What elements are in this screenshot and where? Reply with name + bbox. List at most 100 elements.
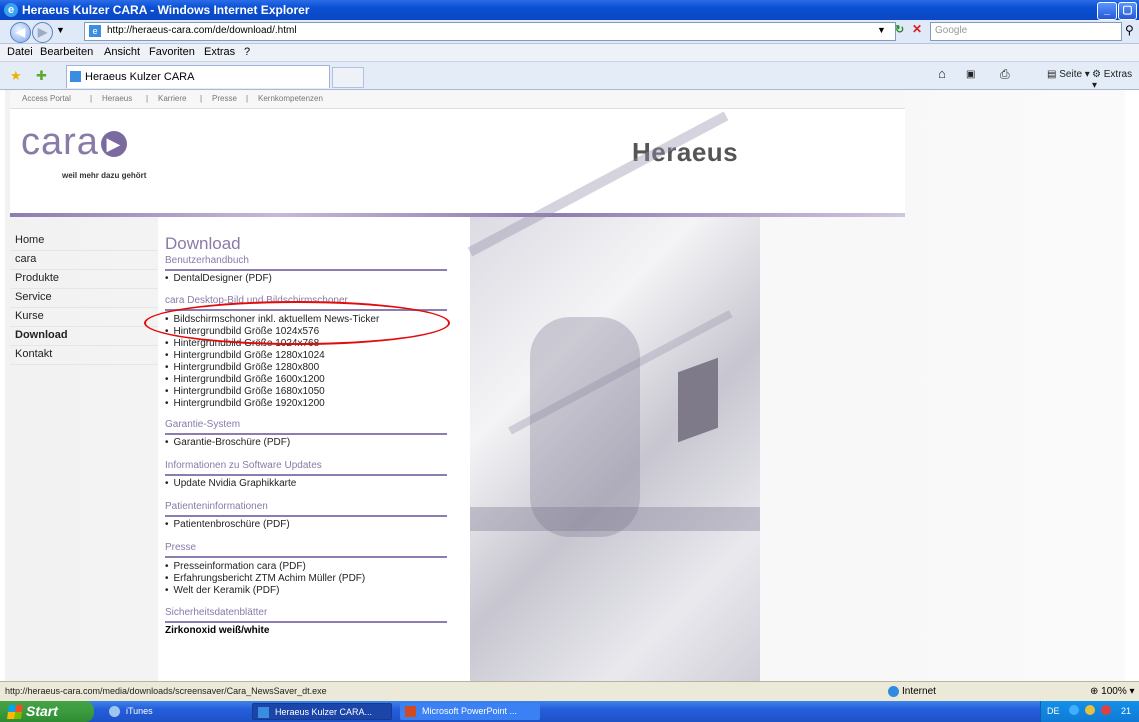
tab-label: Heraeus Kulzer CARA	[85, 71, 195, 83]
site-header: cara ▶ weil mehr dazu gehört Heraeus	[10, 109, 905, 213]
zone-label: Internet	[902, 686, 936, 698]
download-link[interactable]: Hintergrundbild Größe 1280x1024	[165, 350, 325, 361]
section-heading: Garantie-System	[165, 419, 447, 435]
section-heading: Patienteninformationen	[165, 501, 447, 517]
tab-heraeus[interactable]: Heraeus Kulzer CARA	[66, 65, 330, 88]
download-link[interactable]: Update Nvidia Graphikkarte	[165, 478, 297, 489]
task-label: Heraeus Kulzer CARA...	[275, 707, 373, 717]
page-title: Download	[165, 234, 241, 253]
language-indicator[interactable]: DE	[1047, 706, 1060, 716]
task-label: Microsoft PowerPoint ...	[422, 706, 518, 716]
search-placeholder: Google	[935, 25, 968, 36]
sidebar-item-kontakt[interactable]: Kontakt	[10, 346, 158, 365]
task-itunes[interactable]: iTunes	[104, 703, 184, 720]
search-input[interactable]: Google	[930, 22, 1122, 41]
refresh-icon[interactable]: ↻	[895, 23, 904, 36]
extras-label: Extras	[1103, 69, 1133, 80]
sidebar-item-home[interactable]: Home	[10, 232, 158, 251]
tab-page-icon	[70, 71, 81, 82]
menu-datei[interactable]: Datei	[7, 46, 33, 58]
maximize-button[interactable]: ▢	[1118, 2, 1137, 20]
sidebar-item-service[interactable]: Service	[10, 289, 158, 308]
office-photo	[467, 111, 760, 681]
logo-arrow-icon: ▶	[100, 130, 127, 157]
powerpoint-icon	[405, 706, 416, 717]
back-button[interactable]: ◀	[10, 22, 31, 43]
search-icon[interactable]: ⚲	[1125, 23, 1134, 37]
home-icon[interactable]: ⌂	[938, 66, 946, 81]
security-icon[interactable]	[1101, 705, 1111, 715]
download-link[interactable]: Welt der Keramik (PDF)	[165, 585, 280, 596]
download-link[interactable]: Erfahrungsbericht ZTM Achim Müller (PDF)	[165, 573, 366, 584]
download-link[interactable]: Presseinformation cara (PDF)	[165, 561, 306, 572]
menu-ansicht[interactable]: Ansicht	[104, 46, 140, 58]
separator: |	[90, 94, 93, 103]
section-heading: Benutzerhandbuch	[165, 255, 447, 271]
forward-button[interactable]: ▶	[32, 22, 53, 43]
history-dropdown-icon[interactable]: ▼	[56, 25, 65, 35]
cara-logo[interactable]: cara ▶	[21, 121, 127, 164]
separator: |	[246, 94, 249, 103]
sidebar-item-kurse[interactable]: Kurse	[10, 308, 158, 327]
link-karriere[interactable]: Karriere	[158, 94, 186, 103]
menu-extras[interactable]: Extras	[204, 46, 235, 58]
minimize-button[interactable]: _	[1097, 2, 1117, 20]
itunes-icon	[109, 706, 120, 717]
task-powerpoint[interactable]: Microsoft PowerPoint ...	[400, 703, 540, 720]
status-bar: http://heraeus-cara.com/media/downloads/…	[0, 681, 1139, 702]
stop-icon[interactable]: ✕	[912, 22, 922, 36]
separator: |	[200, 94, 203, 103]
page-icon: e	[89, 25, 101, 37]
sidebar-item-cara[interactable]: cara	[10, 251, 158, 270]
download-link[interactable]: Zirkonoxid weiß/white	[165, 625, 269, 636]
ie-icon: e	[4, 3, 18, 17]
link-heraeus[interactable]: Heraeus	[102, 94, 132, 103]
download-link[interactable]: DentalDesigner (PDF)	[165, 273, 272, 284]
system-tray: DE 21	[1040, 701, 1139, 722]
favorites-star-icon[interactable]: ★	[10, 68, 22, 84]
zoom-control[interactable]: ⊕ 100% ▾	[1090, 686, 1135, 697]
new-tab-button[interactable]	[332, 67, 364, 88]
download-link[interactable]: Patientenbroschüre (PDF)	[165, 519, 290, 530]
main-content: Download Benutzerhandbuch DentalDesigner…	[144, 111, 760, 681]
add-favorite-icon[interactable]: ✚	[36, 68, 47, 84]
menu-help[interactable]: ?	[244, 46, 250, 58]
network-icon[interactable]	[1069, 705, 1079, 715]
feeds-icon[interactable]: ▣	[966, 69, 975, 80]
download-link[interactable]: Garantie-Broschüre (PDF)	[165, 437, 291, 448]
sidebar-item-download[interactable]: Download	[10, 327, 158, 346]
start-label: Start	[26, 703, 58, 719]
address-field[interactable]: e http://heraeus-cara.com/de/download/.h…	[84, 22, 896, 41]
task-ie[interactable]: Heraeus Kulzer CARA...	[252, 703, 392, 720]
task-label: iTunes	[126, 706, 153, 716]
status-text: http://heraeus-cara.com/media/downloads/…	[5, 686, 327, 696]
windows-logo-icon	[7, 705, 23, 719]
seite-label: Seite	[1059, 69, 1083, 80]
print-icon[interactable]: ⎙	[1000, 67, 1010, 82]
sidebar-nav: Home cara Produkte Service Kurse Downloa…	[10, 232, 158, 365]
section-heading: Informationen zu Software Updates	[165, 460, 447, 476]
clock[interactable]: 21	[1121, 706, 1131, 716]
tray-app-icon[interactable]	[1085, 705, 1095, 715]
ie-task-icon	[258, 707, 269, 718]
taskbar: Start iTunes Heraeus Kulzer CARA... Micr…	[0, 701, 1139, 722]
sidebar-item-produkte[interactable]: Produkte	[10, 270, 158, 289]
link-access-portal[interactable]: Access Portal	[22, 94, 71, 103]
seite-menu[interactable]: ▤ Seite ▾	[1047, 69, 1090, 80]
menu-favoriten[interactable]: Favoriten	[149, 46, 195, 58]
link-presse[interactable]: Presse	[212, 94, 237, 103]
download-link[interactable]: Hintergrundbild Größe 1920x1200	[165, 398, 325, 409]
link-kernkompetenzen[interactable]: Kernkompetenzen	[258, 94, 323, 103]
start-button[interactable]: Start	[0, 701, 94, 722]
zoom-level: 100%	[1101, 686, 1127, 697]
top-links: Access Portal | Heraeus | Karriere | Pre…	[10, 90, 905, 109]
page-viewport: Access Portal | Heraeus | Karriere | Pre…	[0, 90, 1139, 681]
extras-menu[interactable]: ⚙ Extras ▾	[1092, 69, 1139, 91]
menu-bearbeiten[interactable]: Bearbeiten	[40, 46, 93, 58]
window-title: Heraeus Kulzer CARA - Windows Internet E…	[22, 3, 310, 17]
download-link[interactable]: Hintergrundbild Größe 1600x1200	[165, 374, 325, 385]
download-link[interactable]: Hintergrundbild Größe 1280x800	[165, 362, 320, 373]
download-link[interactable]: Hintergrundbild Größe 1680x1050	[165, 386, 325, 397]
globe-icon	[888, 686, 899, 697]
address-dropdown-icon[interactable]: ▼	[877, 25, 886, 35]
